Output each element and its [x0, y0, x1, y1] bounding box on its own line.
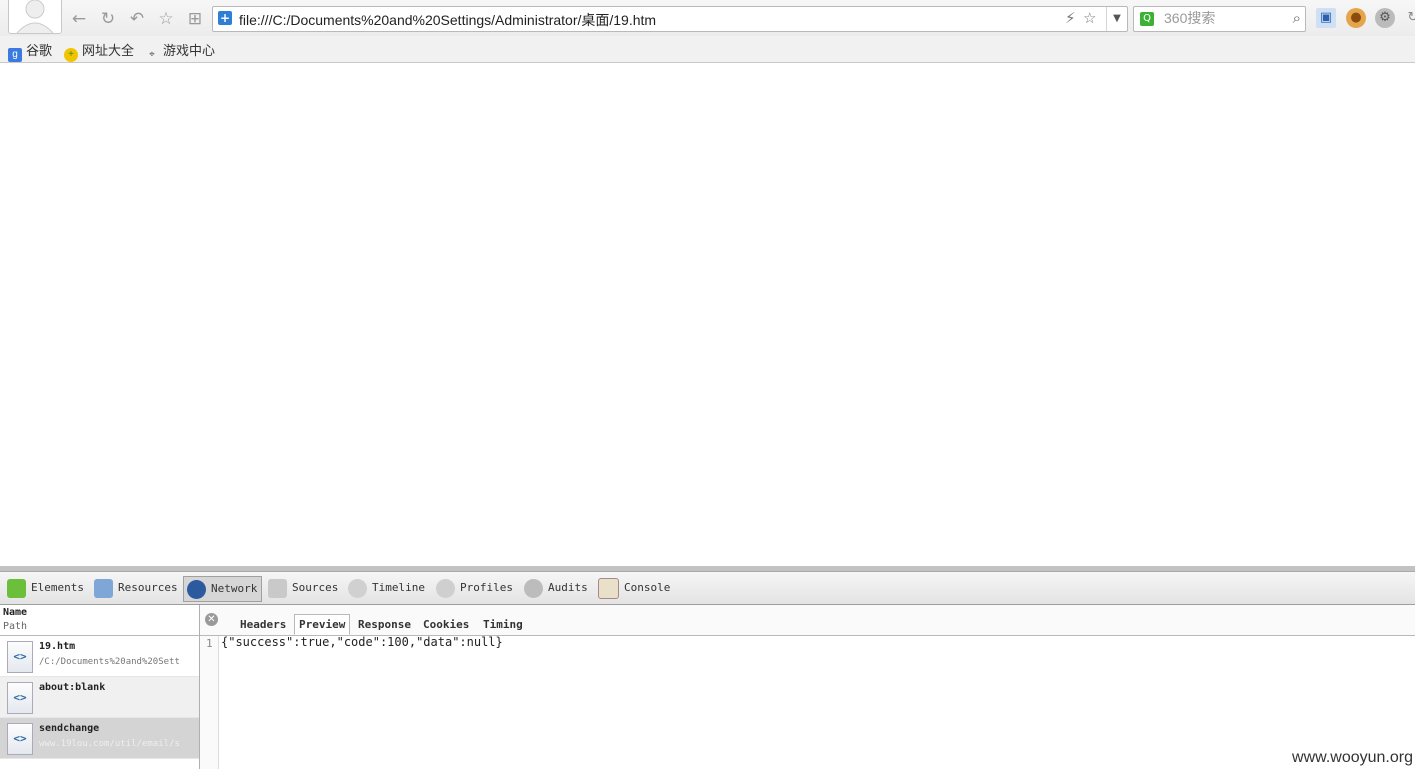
console-icon [598, 577, 619, 599]
tab-network[interactable]: Network [183, 576, 263, 602]
menu-icon[interactable]: ↻ [1403, 8, 1415, 28]
search-box[interactable]: Q ⌕ [1133, 6, 1306, 32]
gamepad-icon: ⌖ [149, 49, 155, 60]
tab-response[interactable]: Response [358, 618, 411, 631]
bookmark-site-directory[interactable]: + 网址大全 [64, 40, 134, 62]
google-icon: g [8, 48, 22, 62]
browser-toolbar: ← ↻ ↶ ☆ ⊞ + file:///C:/Documents%20and%2… [0, 0, 1415, 36]
html-file-icon: <> [7, 641, 33, 673]
timeline-stopwatch-icon [348, 578, 367, 598]
apps-grid-icon[interactable]: ⊞ [184, 8, 206, 30]
user-avatar[interactable] [8, 0, 62, 34]
tab-audits[interactable]: Audits [524, 576, 588, 600]
network-request-list: Name Path <> 19.htm /C:/Documents%20and%… [0, 605, 200, 769]
close-icon[interactable]: ✕ [205, 613, 218, 626]
tab-label: Audits [548, 581, 588, 594]
tab-timing[interactable]: Timing [483, 618, 523, 631]
undo-close-icon[interactable]: ↶ [126, 8, 148, 30]
tab-label: Resources [118, 581, 178, 594]
refresh-icon[interactable]: ↻ [97, 8, 119, 30]
avatar-silhouette-icon [16, 0, 54, 33]
security-shield-icon: + [218, 11, 232, 25]
bookmark-label: 谷歌 [26, 43, 53, 58]
path-column-header[interactable]: Path [3, 620, 199, 633]
site-directory-icon: + [64, 48, 78, 62]
request-list-header[interactable]: Name Path [0, 605, 199, 636]
devtools-tabbar: Elements Resources Network Sources Timel… [0, 572, 1415, 605]
tab-headers[interactable]: Headers [240, 618, 286, 631]
request-row[interactable]: <> about:blank [0, 677, 199, 718]
html-file-icon: <> [7, 682, 33, 714]
address-text[interactable]: file:///C:/Documents%20and%20Settings/Ad… [239, 10, 656, 30]
bookmark-game-center[interactable]: ⌖ 游戏中心 [145, 40, 215, 62]
search-input[interactable] [1164, 10, 1274, 26]
gear-icon[interactable]: ⚙ [1375, 8, 1395, 28]
devtools-panel: Elements Resources Network Sources Timel… [0, 566, 1415, 769]
screenshot-icon[interactable]: ▣ [1316, 8, 1336, 28]
cookie-icon[interactable]: ● [1346, 8, 1366, 28]
favorite-star-icon[interactable]: ☆ [155, 8, 177, 30]
tab-elements[interactable]: Elements [7, 576, 84, 600]
request-detail-pane: ✕ Headers Preview Response Cookies Timin… [200, 605, 1415, 769]
line-number: 1 [206, 637, 213, 650]
profiles-clock-icon [436, 578, 455, 598]
search-icon[interactable]: ⌕ [1293, 9, 1301, 27]
network-globe-icon [187, 579, 206, 599]
search-engine-icon[interactable]: Q [1140, 12, 1154, 26]
address-bar[interactable]: + file:///C:/Documents%20and%20Settings/… [212, 6, 1128, 32]
tab-label: Timeline [372, 581, 425, 594]
audits-magnifier-icon [524, 578, 543, 598]
request-name: about:blank [39, 682, 106, 693]
sources-icon [268, 578, 287, 598]
bookmark-google[interactable]: g 谷歌 [8, 40, 52, 62]
name-column-header[interactable]: Name [3, 605, 199, 620]
tab-label: Console [624, 581, 671, 594]
resources-icon [94, 578, 113, 598]
request-row[interactable]: <> 19.htm /C:/Documents%20and%20Sett [0, 636, 199, 677]
tab-label: Sources [292, 581, 339, 594]
request-row-selected[interactable]: <> sendchange www.19lou.com/util/email/s [0, 718, 199, 759]
bookmark-label: 网址大全 [82, 43, 135, 58]
tab-label: Elements [31, 581, 84, 594]
tab-console[interactable]: Console [598, 576, 670, 600]
request-name: sendchange [39, 723, 100, 734]
elements-icon [7, 578, 26, 598]
bookmark-star-icon[interactable]: ☆ [1083, 9, 1096, 27]
tab-label: Network [211, 582, 258, 595]
bookmarks-bar: g 谷歌 + 网址大全 ⌖ 游戏中心 [0, 36, 1415, 63]
request-path: /C:/Documents%20and%20Sett [39, 657, 180, 667]
tab-profiles[interactable]: Profiles [436, 576, 513, 600]
url-dropdown-icon[interactable]: ▼ [1106, 7, 1127, 31]
lightning-icon[interactable]: ⚡ [1065, 9, 1076, 27]
tab-timeline[interactable]: Timeline [348, 576, 425, 600]
tab-resources[interactable]: Resources [94, 576, 178, 600]
back-icon[interactable]: ← [68, 8, 90, 30]
line-number-gutter [200, 636, 219, 769]
tab-sources[interactable]: Sources [268, 576, 338, 600]
page-viewport [0, 63, 1415, 566]
request-name: 19.htm [39, 641, 76, 652]
bookmark-label: 游戏中心 [163, 43, 216, 58]
tab-label: Profiles [460, 581, 513, 594]
html-file-icon: <> [7, 723, 33, 755]
tab-preview[interactable]: Preview [294, 614, 351, 635]
detail-tabbar: ✕ Headers Preview Response Cookies Timin… [200, 605, 1415, 636]
preview-json-text[interactable]: {"success":true,"code":100,"data":null} [221, 635, 503, 649]
tab-cookies[interactable]: Cookies [423, 618, 469, 631]
watermark: www.wooyun.org [1292, 749, 1413, 766]
request-path: www.19lou.com/util/email/s [39, 739, 180, 749]
